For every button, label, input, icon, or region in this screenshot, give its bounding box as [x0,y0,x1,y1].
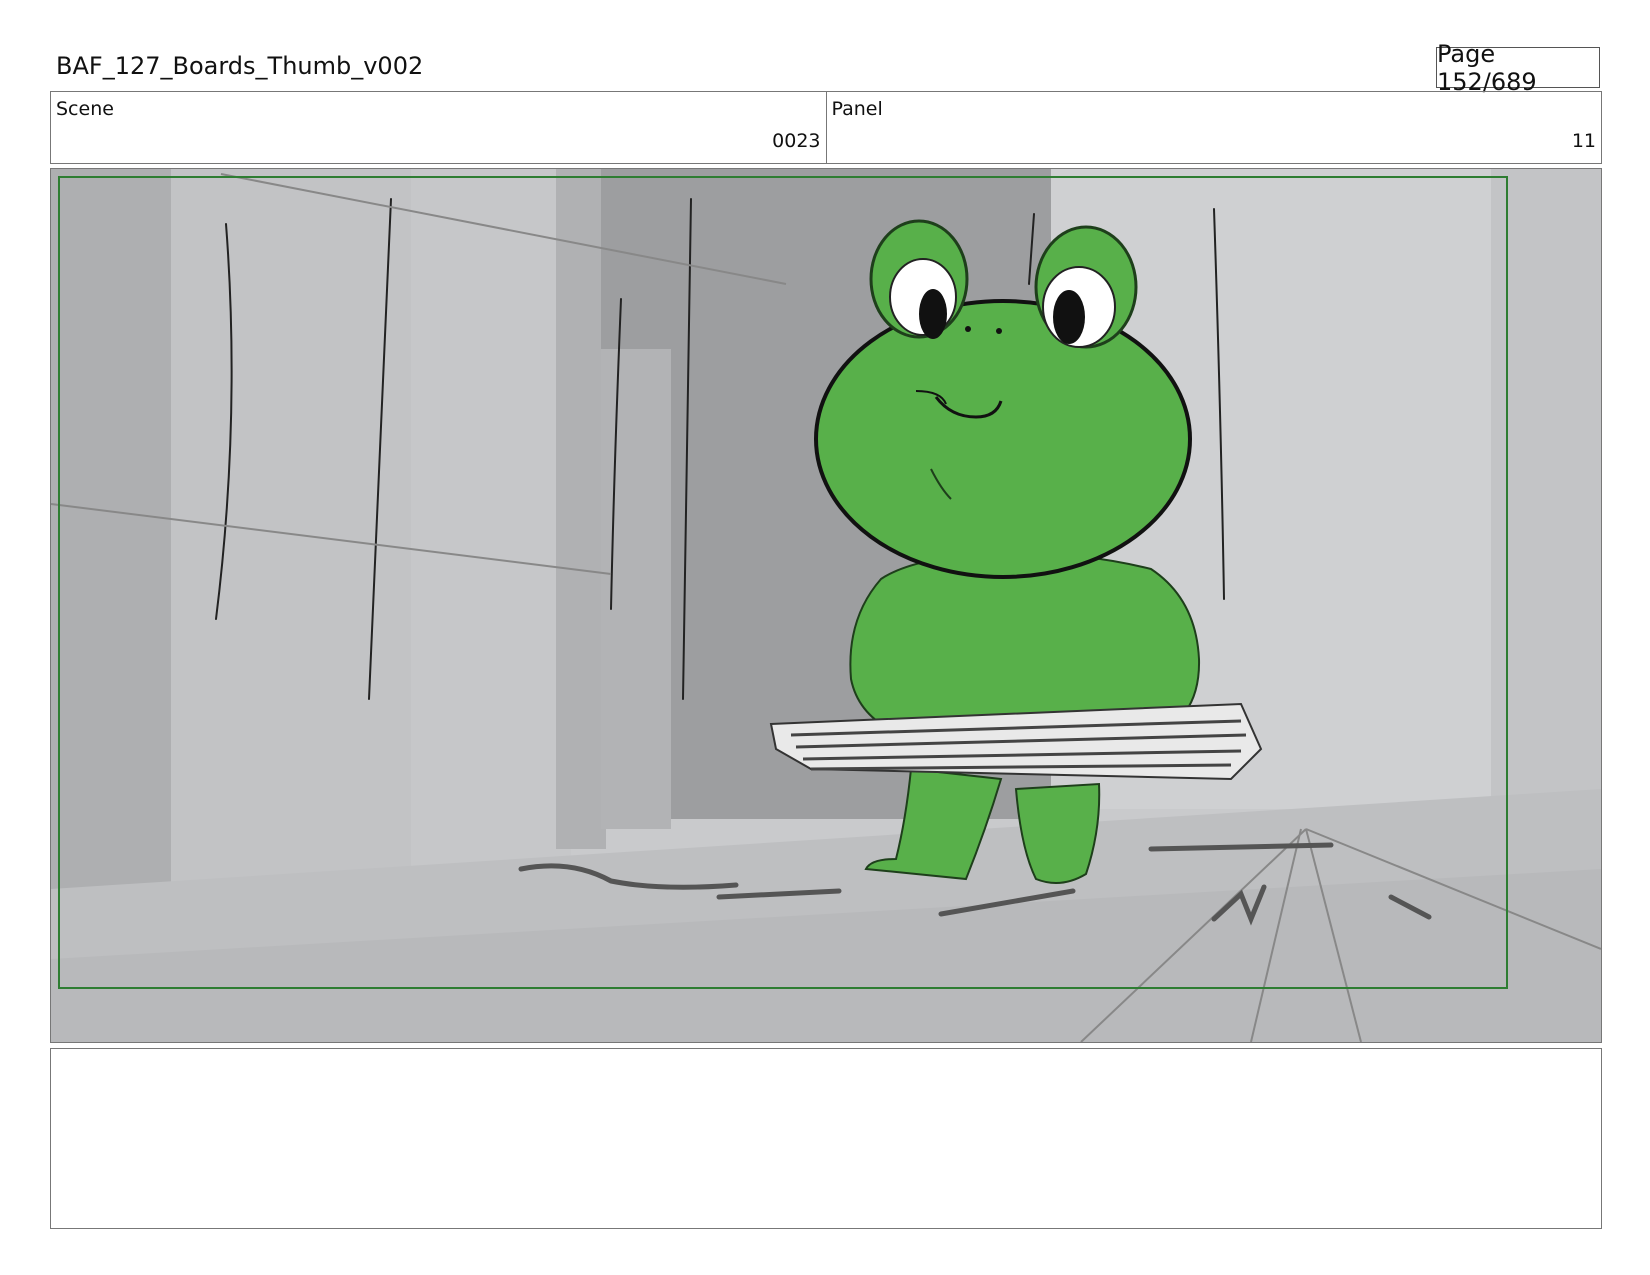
panel-cell: Panel 11 [825,92,1602,163]
document-title: BAF_127_Boards_Thumb_v002 [56,52,424,80]
scene-cell: Scene 0023 [51,92,826,163]
scene-value: 0023 [772,130,821,152]
storyboard-panel [50,168,1602,1043]
page-number: Page 152/689 [1436,40,1600,96]
panel-label: Panel [831,98,883,120]
scene-panel-info: Scene 0023 Panel 11 [50,91,1602,164]
panel-notes [50,1048,1602,1229]
panel-value: 11 [1571,130,1596,152]
scene-label: Scene [56,98,114,120]
storyboard-drawing [51,169,1601,1042]
